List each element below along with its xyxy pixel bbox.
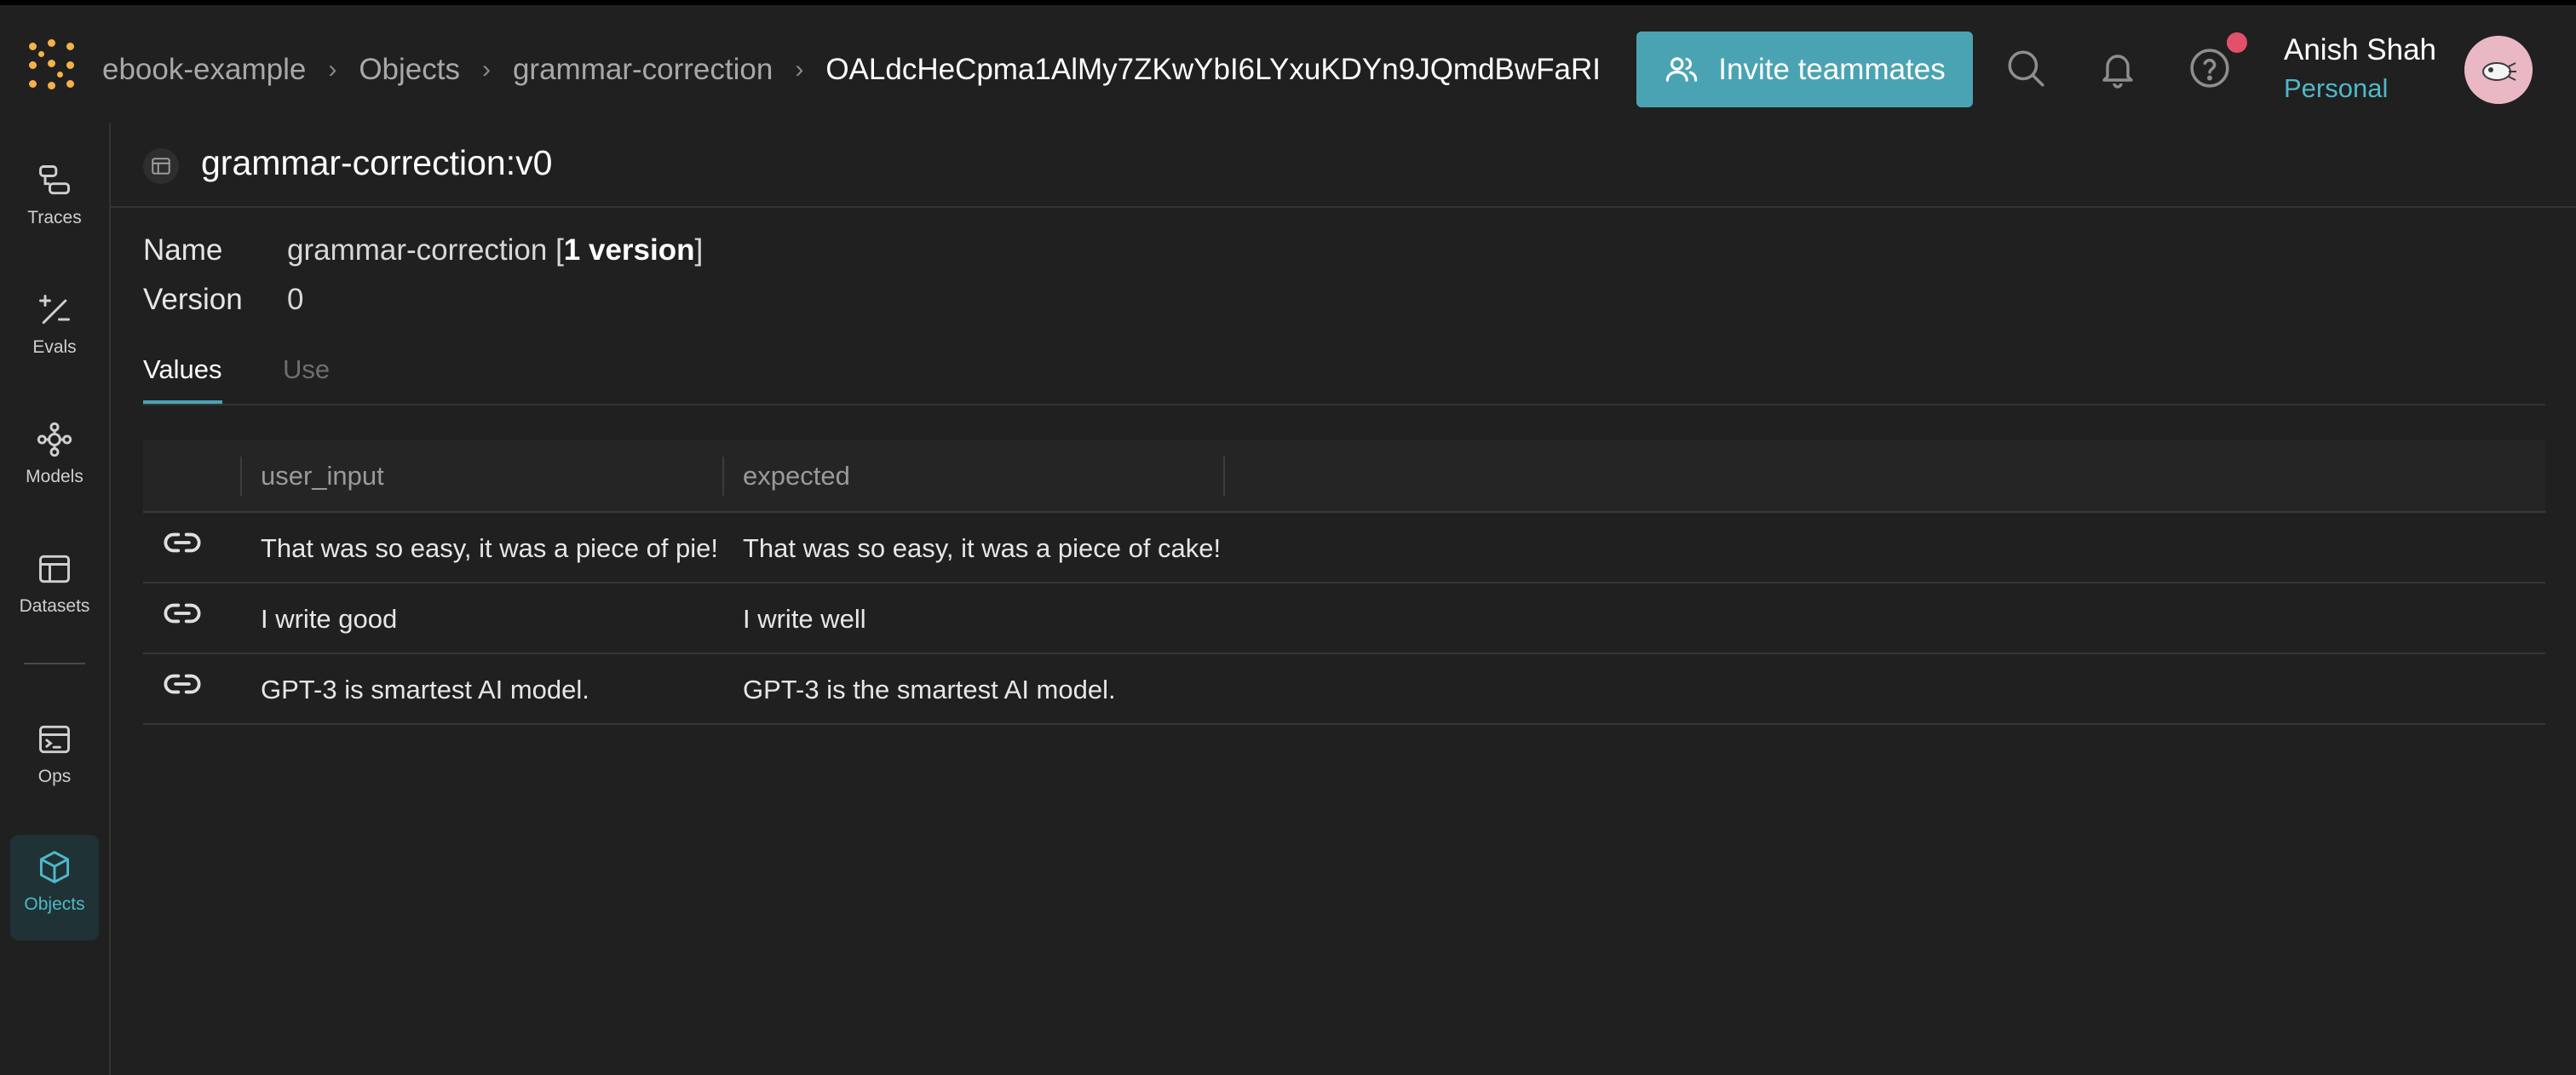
sidebar-item-traces[interactable]: Traces (10, 148, 99, 254)
sidebar: Traces Evals Models Datasets Ops Objects (0, 123, 111, 1075)
sidebar-item-label: Datasets (19, 596, 90, 616)
bell-icon[interactable] (2096, 46, 2140, 90)
cell-user-input: I write good (261, 603, 398, 634)
column-separator[interactable] (722, 457, 724, 496)
link-icon[interactable] (164, 670, 201, 698)
name-label: Name (143, 233, 223, 267)
sidebar-item-ops[interactable]: Ops (10, 707, 99, 813)
sidebar-item-datasets[interactable]: Datasets (10, 537, 99, 642)
cell-expected: I write well (743, 603, 866, 634)
table-header: user_input expected (143, 440, 2545, 513)
name-value: grammar-correction [1 version] (287, 233, 703, 267)
link-icon[interactable] (164, 599, 201, 628)
page-header: grammar-correction:v0 (111, 123, 2576, 208)
object-type-icon (143, 148, 179, 184)
name-value-close: ] (694, 233, 704, 267)
sidebar-item-label: Ops (37, 767, 72, 786)
invite-label: Invite teammates (1718, 52, 1946, 86)
tab-use[interactable]: Use (283, 354, 330, 400)
version-label: Version (143, 283, 243, 316)
sidebar-item-evals[interactable]: Evals (10, 278, 99, 383)
breadcrumb-object-digest: OALdcHeCpma1AlMy7ZKwYbI6LYxuKDYn9JQmdBwF… (825, 53, 1601, 86)
user-org[interactable]: Personal (2284, 73, 2388, 104)
sidebar-divider (24, 663, 85, 664)
chevron-right-icon: › (795, 55, 804, 83)
name-value-text: grammar-correction [ (287, 233, 564, 267)
table-row[interactable]: GPT-3 is smartest AI model. GPT-3 is the… (143, 654, 2545, 725)
column-header-expected[interactable]: expected (743, 440, 850, 513)
cell-user-input: That was so easy, it was a piece of pie! (261, 532, 719, 563)
models-icon (37, 422, 72, 457)
sidebar-item-label: Objects (24, 894, 85, 914)
evals-icon (39, 295, 70, 325)
search-icon[interactable] (2004, 46, 2048, 90)
datasets-icon (39, 555, 70, 583)
sidebar-item-label: Models (26, 467, 83, 486)
cell-expected: GPT-3 is the smartest AI model. (743, 674, 1116, 704)
chevron-right-icon: › (481, 55, 491, 83)
version-value: 0 (287, 283, 304, 316)
tab-bar: Values Use (143, 351, 2545, 405)
user-name[interactable]: Anish Shah (2284, 33, 2436, 67)
avatar[interactable] (2464, 36, 2533, 104)
cell-user-input: GPT-3 is smartest AI model. (261, 674, 589, 704)
users-icon (1666, 56, 1698, 82)
sidebar-item-label: Evals (32, 337, 77, 357)
ops-icon (39, 725, 70, 754)
values-table: user_input expected That was so easy, it… (143, 440, 2545, 725)
cell-expected: That was so easy, it was a piece of cake… (743, 532, 1222, 563)
column-separator[interactable] (240, 457, 242, 496)
table-row[interactable]: That was so easy, it was a piece of pie!… (143, 513, 2545, 583)
table-row[interactable]: I write good I write well (143, 583, 2545, 654)
column-header-user-input[interactable]: user_input (261, 440, 384, 513)
tab-values[interactable]: Values (143, 354, 222, 404)
version-count-link[interactable]: 1 version (564, 233, 695, 267)
objects-icon (39, 851, 70, 883)
sidebar-item-models[interactable]: Models (10, 407, 99, 513)
invite-teammates-button[interactable]: Invite teammates (1636, 32, 1973, 107)
breadcrumb-object-name[interactable]: grammar-correction (513, 53, 773, 87)
notification-dot (2227, 32, 2247, 53)
page-title: grammar-correction:v0 (201, 143, 553, 182)
sidebar-item-objects[interactable]: Objects (10, 835, 99, 940)
top-bar: ebook-example › Objects › grammar-correc… (0, 0, 2576, 129)
help-icon[interactable] (2188, 46, 2232, 90)
chevron-right-icon: › (328, 55, 337, 83)
link-icon[interactable] (164, 528, 201, 557)
logo-icon[interactable] (26, 39, 78, 92)
traces-icon (39, 165, 70, 195)
column-separator[interactable] (1223, 457, 1225, 496)
breadcrumb-project[interactable]: ebook-example (102, 53, 306, 87)
breadcrumb-objects[interactable]: Objects (359, 53, 460, 87)
sidebar-item-label: Traces (27, 208, 82, 227)
breadcrumb: ebook-example › Objects › grammar-correc… (102, 46, 1601, 94)
